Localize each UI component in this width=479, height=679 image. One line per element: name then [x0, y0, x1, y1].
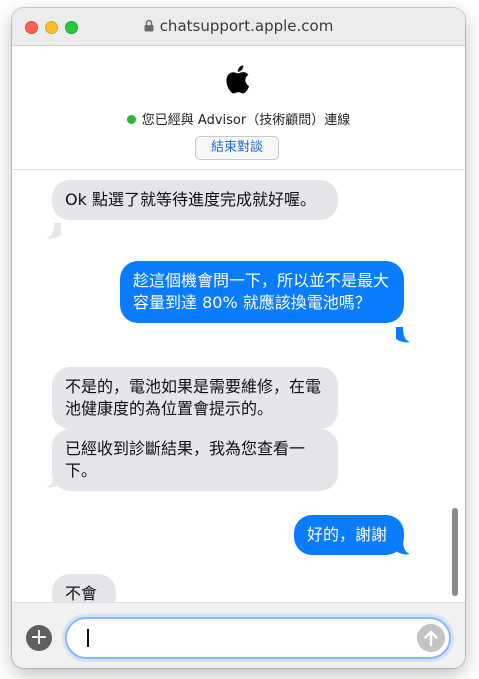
send-button[interactable]	[417, 624, 445, 652]
bubble-tail	[396, 327, 410, 343]
apple-logo-icon	[226, 65, 250, 94]
add-attachment-button[interactable]: +	[26, 625, 52, 651]
address-display: chatsupport.apple.com	[12, 17, 465, 35]
message-list: Ok 點選了就等待進度完成就好喔。 趁這個機會問一下，所以並不是最大容量到達 8…	[12, 170, 465, 602]
user-message: 趁這個機會問一下，所以並不是最大容量到達 80% 就應該換電池嗎？	[120, 261, 404, 323]
advisor-message: 已經收到診斷結果，我為您查看一下。	[52, 429, 338, 491]
url-text: chatsupport.apple.com	[159, 17, 334, 35]
plus-icon: +	[29, 625, 49, 650]
message-input-container[interactable]	[65, 617, 451, 659]
advisor-message: Ok 點選了就等待進度完成就好喔。	[52, 180, 338, 220]
scrollbar[interactable]	[452, 508, 458, 596]
user-message: 好的，謝謝	[294, 515, 404, 555]
end-chat-button[interactable]: 結束對談	[195, 136, 279, 160]
text-caret	[87, 629, 89, 647]
status-text: 您已經與 Advisor（技術顧問）連線	[141, 113, 351, 128]
advisor-message: 不是的，電池如果是需要維修，在電池健康度的為位置會提示的。	[52, 367, 338, 429]
title-bar: chatsupport.apple.com	[12, 8, 465, 46]
lock-icon	[144, 19, 154, 32]
message-input[interactable]	[81, 627, 401, 649]
online-indicator-icon	[126, 115, 136, 124]
advisor-message: 不會	[52, 574, 116, 602]
bubble-tail	[47, 223, 61, 239]
bubble-tail	[396, 539, 410, 555]
chat-window: chatsupport.apple.com 您已經與 Advisor（技術顧問）…	[12, 8, 465, 668]
bubble-tail	[47, 472, 61, 488]
chat-header: 您已經與 Advisor（技術顧問）連線 結束對談	[12, 46, 465, 170]
composer-bar: +	[12, 602, 465, 668]
connection-status: 您已經與 Advisor（技術顧問）連線	[12, 109, 465, 128]
